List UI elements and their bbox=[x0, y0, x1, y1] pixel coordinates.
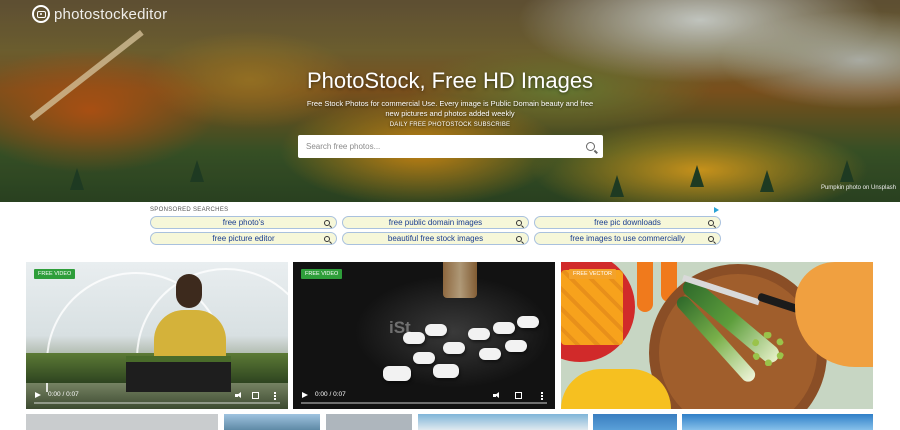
tree bbox=[70, 168, 84, 190]
sponsored-link-label: free public domain images bbox=[388, 218, 483, 227]
video-controls: 0:00 / 0:07 bbox=[26, 383, 288, 409]
site-logo[interactable]: photostockeditor bbox=[32, 5, 167, 23]
sponsored-link[interactable]: free pic downloads bbox=[534, 216, 721, 229]
play-icon[interactable] bbox=[302, 392, 308, 398]
tree bbox=[190, 160, 204, 182]
pill bbox=[493, 322, 515, 334]
pill bbox=[505, 340, 527, 352]
leek-slices bbox=[751, 332, 785, 366]
stock-watermark: iSt bbox=[389, 318, 411, 337]
search-input[interactable] bbox=[306, 142, 586, 151]
tree bbox=[840, 160, 854, 182]
squash-cubes bbox=[561, 270, 623, 345]
sponsored-link-label: free images to use commercially bbox=[570, 234, 685, 243]
person-head bbox=[176, 274, 202, 308]
pill bbox=[443, 342, 465, 354]
pill bbox=[517, 316, 539, 328]
video-progress[interactable] bbox=[34, 402, 280, 404]
search-icon[interactable] bbox=[586, 142, 595, 151]
adchoices-icon[interactable] bbox=[714, 207, 720, 213]
free-video-badge: FREE VIDEO bbox=[34, 269, 76, 279]
search-icon bbox=[324, 236, 330, 242]
sponsored-link[interactable]: free public domain images bbox=[342, 216, 529, 229]
more-options-icon[interactable] bbox=[274, 392, 276, 400]
video-card-pills[interactable]: iSt FREE VIDEO 0:00 / 0:07 bbox=[293, 262, 555, 409]
search-bar bbox=[298, 135, 603, 158]
hero-banner: photostockeditor PhotoStock, Free HD Ima… bbox=[0, 0, 900, 202]
search-icon bbox=[516, 220, 522, 226]
thumbnail[interactable] bbox=[326, 414, 412, 430]
pill-bottle bbox=[443, 262, 477, 298]
sponsored-link[interactable]: free photo's bbox=[150, 216, 337, 229]
search-icon bbox=[516, 236, 522, 242]
hero-title: PhotoStock, Free HD Images bbox=[306, 68, 594, 93]
tree bbox=[690, 165, 704, 187]
sponsored-title: SPONSORED SEARCHES bbox=[150, 207, 229, 213]
sponsored-link-label: free pic downloads bbox=[594, 218, 661, 227]
sponsored-link-label: beautiful free stock images bbox=[387, 234, 484, 243]
sponsored-link[interactable]: free images to use commercially bbox=[534, 232, 721, 245]
thumbnail[interactable] bbox=[682, 414, 873, 430]
video-progress[interactable] bbox=[301, 402, 547, 404]
carrot bbox=[637, 262, 653, 312]
video-time: 0:00 / 0:07 bbox=[48, 391, 79, 398]
pill bbox=[479, 348, 501, 360]
fullscreen-icon[interactable] bbox=[515, 392, 522, 399]
tree bbox=[760, 170, 774, 192]
volume-icon[interactable] bbox=[235, 392, 242, 399]
vector-card-food[interactable]: FREE VECTOR bbox=[561, 262, 873, 409]
free-vector-badge: FREE VECTOR bbox=[569, 269, 617, 279]
thumbnail[interactable] bbox=[26, 414, 218, 430]
pill bbox=[468, 328, 490, 340]
thumbnail[interactable] bbox=[593, 414, 677, 430]
logo-text: photostockeditor bbox=[54, 5, 168, 23]
sponsored-link[interactable]: beautiful free stock images bbox=[342, 232, 529, 245]
photo-credit[interactable]: Pumpkin photo on Unsplash bbox=[821, 185, 896, 191]
thumbnail[interactable] bbox=[224, 414, 320, 430]
search-icon bbox=[324, 220, 330, 226]
play-icon[interactable] bbox=[35, 392, 41, 398]
sponsored-link[interactable]: free picture editor bbox=[150, 232, 337, 245]
more-options-icon[interactable] bbox=[541, 392, 543, 400]
tree bbox=[610, 175, 624, 197]
pill bbox=[383, 366, 411, 381]
sponsored-link-label: free picture editor bbox=[212, 234, 275, 243]
thumbnail[interactable] bbox=[418, 414, 588, 430]
subscribe-link[interactable]: DAILY FREE PHOTOSTOCK SUBSCRIBE bbox=[0, 122, 900, 128]
sponsored-searches: SPONSORED SEARCHES free photo's free pub… bbox=[150, 207, 722, 247]
fullscreen-icon[interactable] bbox=[252, 392, 259, 399]
free-video-badge: FREE VIDEO bbox=[301, 269, 343, 279]
video-card-greenhouse[interactable]: FREE VIDEO 0:00 / 0:07 bbox=[26, 262, 288, 409]
hero-subtitle: Free Stock Photos for commercial Use. Ev… bbox=[306, 99, 594, 118]
pill bbox=[413, 352, 435, 364]
search-icon bbox=[708, 220, 714, 226]
sponsored-link-label: free photo's bbox=[222, 218, 265, 227]
video-controls: 0:00 / 0:07 bbox=[293, 383, 555, 409]
camera-icon bbox=[32, 5, 50, 23]
volume-icon[interactable] bbox=[493, 392, 500, 399]
search-icon bbox=[708, 236, 714, 242]
pill bbox=[425, 324, 447, 336]
video-time: 0:00 / 0:07 bbox=[315, 391, 346, 398]
pill bbox=[433, 364, 459, 378]
